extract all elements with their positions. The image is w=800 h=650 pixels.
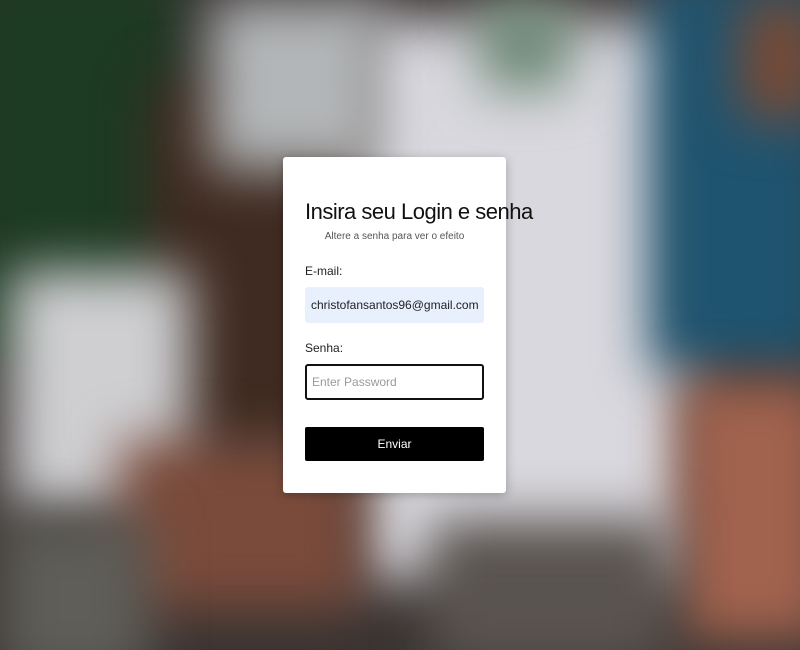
submit-button[interactable]: Enviar bbox=[305, 427, 484, 461]
login-subtitle: Altere a senha para ver o efeito bbox=[324, 231, 465, 242]
login-card: Insira seu Login e senha Altere a senha … bbox=[283, 157, 533, 493]
login-title: Insira seu Login e senha bbox=[305, 199, 533, 224]
email-field[interactable] bbox=[305, 287, 484, 323]
email-label: E-mail: bbox=[305, 264, 343, 278]
password-field[interactable] bbox=[305, 364, 484, 400]
password-label: Senha: bbox=[305, 341, 344, 355]
